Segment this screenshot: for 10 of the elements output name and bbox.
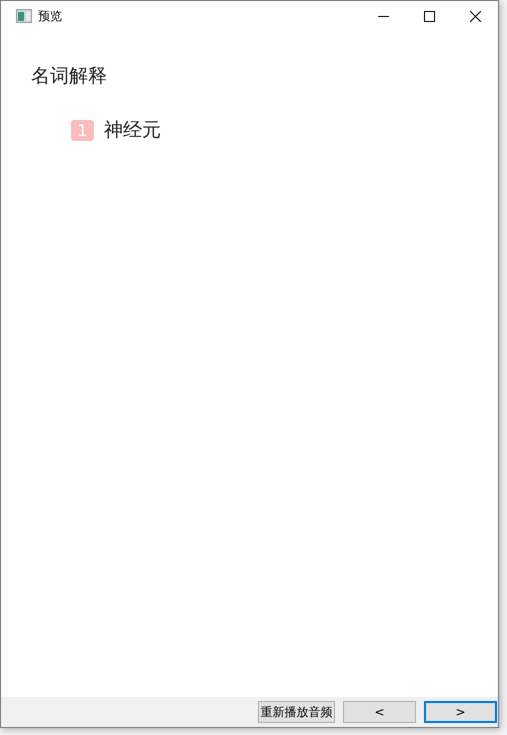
window-title: 预览 <box>38 8 62 24</box>
app-icon <box>16 9 32 23</box>
term-text: 神经元 <box>104 119 161 143</box>
replay-button[interactable]: 重新播放音频 <box>258 701 335 723</box>
next-button[interactable]: > <box>424 701 497 723</box>
previous-button[interactable]: < <box>343 701 416 723</box>
section-heading: 名词解释 <box>31 65 108 89</box>
close-icon[interactable] <box>470 10 480 22</box>
number-badge: 1 <box>71 120 94 140</box>
maximize-icon[interactable] <box>424 10 434 22</box>
